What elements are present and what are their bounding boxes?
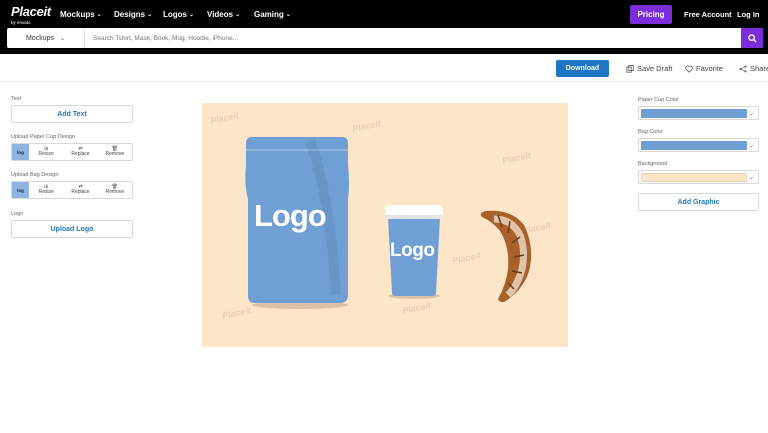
nav-videos[interactable]: Videos ⌄ [207, 10, 240, 19]
nav-videos-label: Videos [207, 10, 234, 19]
brand-name: Placeit [11, 4, 51, 19]
download-button[interactable]: Download [556, 60, 609, 77]
favorite-button[interactable]: Favorite [685, 64, 723, 73]
add-graphic-button[interactable]: Add Graphic [638, 193, 759, 211]
bag-color-select[interactable]: ⌄ [638, 138, 759, 152]
cup-design-thumbnail[interactable]: log [12, 144, 29, 160]
nav-logos[interactable]: Logos ⌄ [163, 10, 194, 19]
pricing-button[interactable]: Pricing [630, 5, 672, 24]
chevron-down-icon: ⌄ [285, 12, 291, 18]
save-draft-label: Save Draft [637, 64, 673, 73]
cup-remove-label: Remove [105, 151, 125, 157]
search-bar: Mockups ⌄ [7, 28, 763, 48]
chevron-down-icon: ⌄ [96, 12, 102, 18]
watermark: Placeit [401, 300, 432, 316]
nav-designs[interactable]: Designs ⌄ [114, 10, 152, 19]
watermark: Placeit [209, 110, 240, 126]
logo-label: Logo [11, 211, 24, 217]
chevron-down-icon: ⌄ [147, 12, 153, 18]
top-navbar: Placeit by envato Mockups ⌄ Designs ⌄ Logo… [0, 0, 768, 30]
bag-resize-label: Resize [38, 189, 54, 195]
chevron-down-icon: ⌄ [749, 110, 755, 117]
placeit-logo[interactable]: Placeit by envato [11, 4, 51, 26]
bag-remove-button[interactable]: 🗑 Remove [98, 182, 132, 198]
bag-design-uploader: log ⊞ Resize ⇄ Replace 🗑 Remove [11, 181, 133, 199]
bag-replace-button[interactable]: ⇄ Replace [63, 182, 97, 198]
chevron-down-icon: ⌄ [59, 35, 66, 42]
cup-color-swatch [641, 108, 747, 118]
bag-color-swatch [641, 140, 747, 150]
nav-logos-label: Logos [163, 10, 187, 19]
bag-color-label: Bag Color [638, 129, 663, 135]
bag-replace-label: Replace [71, 189, 90, 195]
nav-mockups[interactable]: Mockups ⌄ [60, 10, 102, 19]
search-category-value: Mockups [25, 34, 54, 42]
cup-color-label: Paper Cup Color [638, 97, 679, 103]
bag-resize-button[interactable]: ⊞ Resize [29, 182, 63, 198]
cup-resize-button[interactable]: ⊞ Resize [29, 144, 63, 160]
cup-design-label: Upload Paper Cup Design [11, 134, 75, 140]
cup-design-uploader: log ⊞ Resize ⇄ Replace 🗑 Remove [11, 143, 133, 161]
add-text-button[interactable]: Add Text [11, 105, 133, 123]
search-input[interactable] [85, 28, 741, 48]
heart-icon [685, 65, 693, 73]
nav-designs-label: Designs [114, 10, 146, 19]
chevron-down-icon: ⌄ [749, 142, 755, 149]
bag-design-thumbnail[interactable]: log [12, 182, 29, 198]
brand-tagline: by envato [11, 20, 31, 25]
favorite-label: Favorite [696, 64, 724, 73]
chevron-down-icon: ⌄ [189, 12, 195, 18]
background-color-select[interactable]: ⌄ [638, 170, 759, 184]
save-draft-button[interactable]: Save Draft [626, 64, 672, 73]
watermark: Placeit [351, 118, 382, 134]
upload-logo-button[interactable]: Upload Logo [11, 220, 133, 238]
mockup-preview[interactable]: Placeit Placeit Placeit Placeit Placeit … [202, 103, 568, 347]
bag-design-label: Upload Bag Design [11, 172, 59, 178]
background-color-swatch [641, 172, 747, 182]
background-label: Background [638, 161, 668, 167]
chevron-down-icon: ⌄ [749, 174, 755, 181]
watermark: Placeit [501, 150, 532, 166]
bag-remove-label: Remove [105, 189, 125, 195]
cup-replace-button[interactable]: ⇄ Replace [63, 144, 97, 160]
share-label: Share [750, 64, 768, 73]
search-button[interactable] [741, 28, 763, 48]
nav-gaming-label: Gaming [254, 10, 284, 19]
cup-remove-button[interactable]: 🗑 Remove [98, 144, 132, 160]
cup-color-select[interactable]: ⌄ [638, 106, 759, 120]
share-icon [739, 65, 747, 72]
cup-resize-label: Resize [38, 151, 54, 157]
chevron-down-icon: ⌄ [235, 12, 241, 18]
free-account-link[interactable]: Free Account [684, 10, 732, 19]
text-label: Text [11, 96, 22, 102]
bag-logo-text: Logo [254, 198, 327, 233]
search-icon [747, 33, 757, 43]
cup-logo-text: Logo [390, 240, 435, 261]
toolbar-divider [0, 81, 768, 82]
copy-icon [626, 64, 634, 73]
nav-mockups-label: Mockups [60, 10, 95, 19]
croissant-image [480, 210, 532, 303]
search-category-select[interactable]: Mockups ⌄ [7, 28, 85, 48]
cup-replace-label: Replace [71, 151, 90, 157]
nav-gaming[interactable]: Gaming ⌄ [254, 10, 291, 19]
login-link[interactable]: Log In [737, 10, 760, 19]
share-button[interactable]: Share [739, 64, 768, 73]
